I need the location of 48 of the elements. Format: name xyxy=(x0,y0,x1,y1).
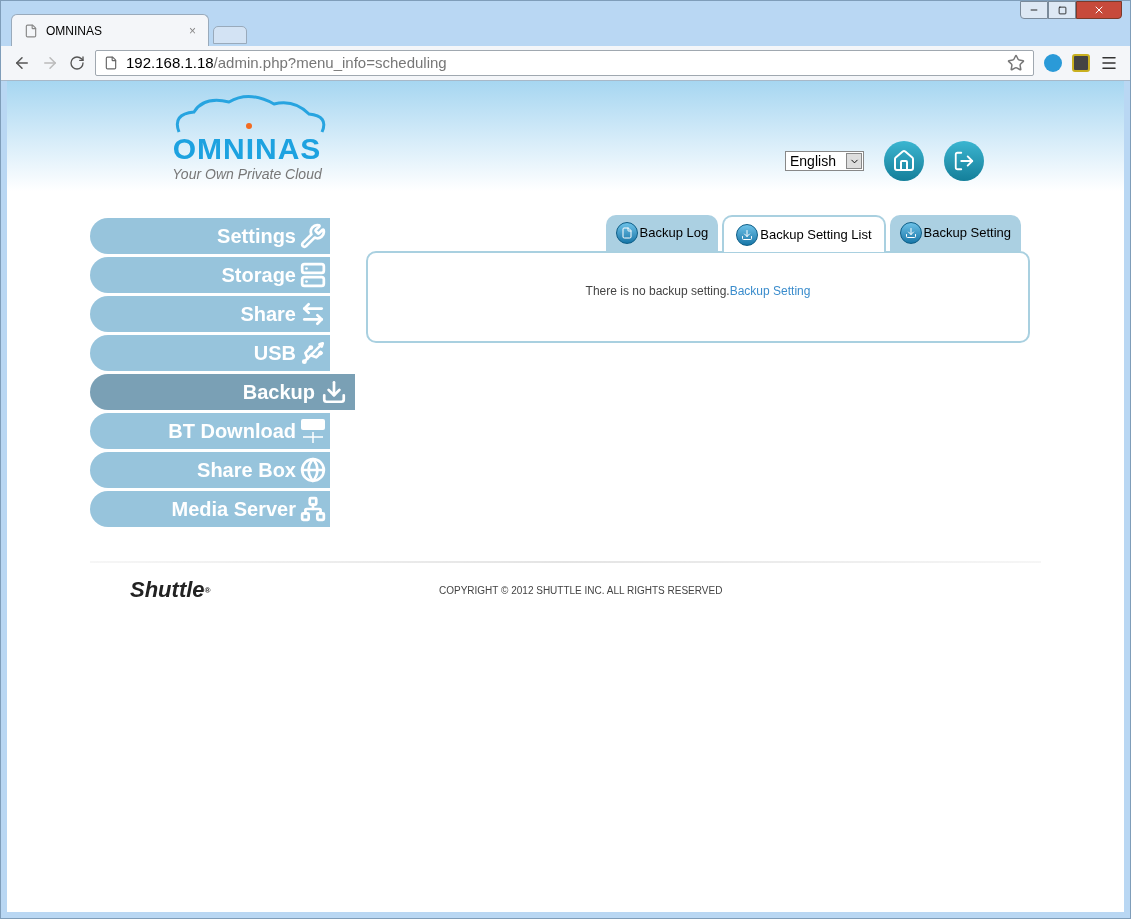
close-button[interactable] xyxy=(1076,1,1122,19)
url-text: 192.168.1.18/admin.php?menu_info=scheduling xyxy=(126,52,448,73)
page-icon xyxy=(24,23,38,38)
empty-message: There is no backup setting.Backup Setting xyxy=(585,282,811,300)
shuttle-logo: Shuttle$^{®}$ xyxy=(130,576,212,604)
logout-button[interactable] xyxy=(944,141,984,181)
star-icon[interactable] xyxy=(1007,54,1025,72)
menu-icon[interactable] xyxy=(1100,54,1118,72)
maximize-icon xyxy=(1057,5,1067,15)
nav-item[interactable]: USB xyxy=(90,335,330,371)
back-icon[interactable] xyxy=(13,54,31,72)
download-icon xyxy=(904,227,917,239)
logout-icon xyxy=(953,150,975,172)
maximize-button[interactable] xyxy=(1048,1,1076,19)
extension-icon[interactable] xyxy=(1072,54,1090,72)
document-icon xyxy=(620,227,633,239)
tab[interactable]: Backup Setting xyxy=(889,215,1021,251)
nav-item[interactable]: Settings xyxy=(90,218,330,254)
nav-item[interactable]: BT Download xyxy=(90,413,330,449)
download-icon xyxy=(321,379,347,405)
nav-item[interactable]: Media Server xyxy=(90,491,330,527)
tab[interactable]: Backup Log xyxy=(605,215,719,251)
nav-item[interactable]: Share xyxy=(90,296,330,332)
storage-icon xyxy=(300,262,326,288)
tab-close[interactable]: × xyxy=(189,21,196,40)
reload-icon[interactable] xyxy=(69,55,85,71)
arrows-icon xyxy=(300,301,326,327)
nav-item[interactable]: Backup xyxy=(90,374,355,410)
globe-icon xyxy=(300,457,326,483)
tab-title: OMNINAS xyxy=(46,22,103,40)
nav-item[interactable]: Storage xyxy=(90,257,330,293)
browser-tab[interactable]: OMNINAS × xyxy=(11,14,209,46)
home-icon xyxy=(892,149,916,173)
close-icon xyxy=(1093,4,1105,16)
download-icon xyxy=(741,228,754,241)
address-bar[interactable]: 192.168.1.18/admin.php?menu_info=scheduling xyxy=(95,50,1034,76)
tools-icon xyxy=(300,223,326,249)
logo: OMNINAS Your Own Private Cloud xyxy=(164,94,330,185)
language-select[interactable]: English xyxy=(785,151,864,171)
nav-item[interactable]: Share Box xyxy=(90,452,330,488)
tab[interactable]: Backup Setting List xyxy=(722,215,886,252)
minimize-button[interactable] xyxy=(1020,1,1048,19)
page-icon xyxy=(104,56,118,70)
copyright-text: COPYRIGHT © 2012 SHUTTLE INC. ALL RIGHTS RESERVED xyxy=(439,584,723,598)
extension-icon[interactable] xyxy=(1044,54,1062,72)
usb-icon xyxy=(300,340,326,366)
home-button[interactable] xyxy=(884,141,924,181)
backup-setting-link[interactable]: Backup Setting xyxy=(729,283,811,298)
